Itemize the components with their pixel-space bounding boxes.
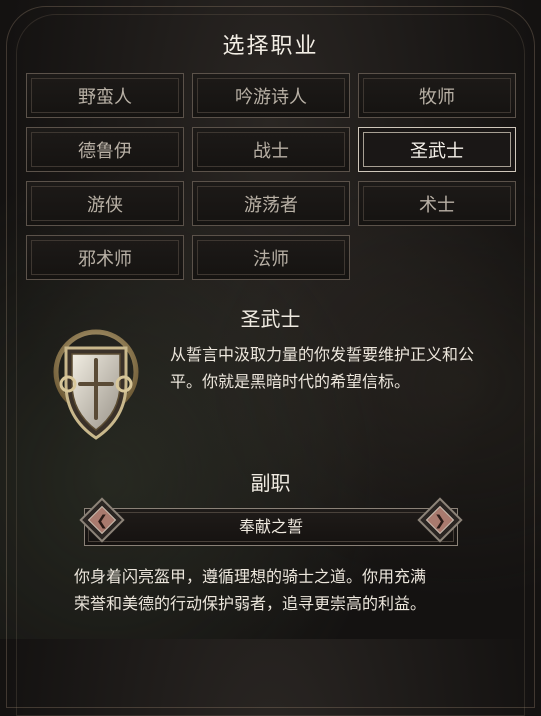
- subclass-heading: 副职: [250, 471, 291, 495]
- class-button-druid[interactable]: 德鲁伊: [26, 127, 184, 172]
- class-label: 德鲁伊: [78, 140, 132, 162]
- class-button-fighter[interactable]: 战士: [192, 127, 350, 172]
- paladin-shield-icon: [53, 329, 139, 440]
- class-label: 圣武士: [410, 140, 464, 162]
- class-label: 游侠: [87, 194, 123, 216]
- class-button-cleric[interactable]: 牧师: [358, 73, 516, 118]
- class-button-rogue[interactable]: 游荡者: [192, 181, 350, 226]
- class-label: 战士: [253, 140, 289, 162]
- class-label: 野蛮人: [78, 86, 132, 108]
- class-description-line: 平。你就是黑暗时代的希望信标。: [170, 372, 411, 391]
- subclass-selector: 奉献之誓: [84, 508, 458, 546]
- class-label: 术士: [419, 194, 455, 216]
- page-title: 选择职业: [222, 34, 319, 59]
- class-label: 游荡者: [244, 194, 298, 216]
- subclass-description: 你身着闪亮盔甲，遵循理想的骑士之道。你用充满 荣誉和美德的行动保护弱者，追寻更崇…: [74, 563, 426, 617]
- class-button-paladin[interactable]: 圣武士: [358, 127, 516, 172]
- class-button-warlock[interactable]: 邪术师: [26, 235, 184, 280]
- class-label: 法师: [253, 248, 289, 270]
- class-grid: 野蛮人 吟游诗人 牧师 德鲁伊 战士 圣武士 游侠 游荡者 术士 邪术师 法师: [26, 73, 516, 280]
- class-description: 从誓言中汲取力量的你发誓要维护正义和公 平。你就是黑暗时代的希望信标。: [170, 341, 474, 395]
- subclass-description-line: 你身着闪亮盔甲，遵循理想的骑士之道。你用充满: [74, 567, 427, 586]
- subclass-current: 奉献之誓: [238, 517, 303, 536]
- subclass-description-line: 荣誉和美德的行动保护弱者，追寻更崇高的利益。: [74, 594, 427, 613]
- class-label: 邪术师: [78, 248, 132, 270]
- class-label: 牧师: [419, 86, 455, 108]
- class-button-ranger[interactable]: 游侠: [26, 181, 184, 226]
- class-button-wizard[interactable]: 法师: [192, 235, 350, 280]
- class-button-sorcerer[interactable]: 术士: [358, 181, 516, 226]
- class-description-line: 从誓言中汲取力量的你发誓要维护正义和公: [170, 345, 475, 364]
- class-button-bard[interactable]: 吟游诗人: [192, 73, 350, 118]
- class-button-barbarian[interactable]: 野蛮人: [26, 73, 184, 118]
- class-label: 吟游诗人: [235, 86, 307, 108]
